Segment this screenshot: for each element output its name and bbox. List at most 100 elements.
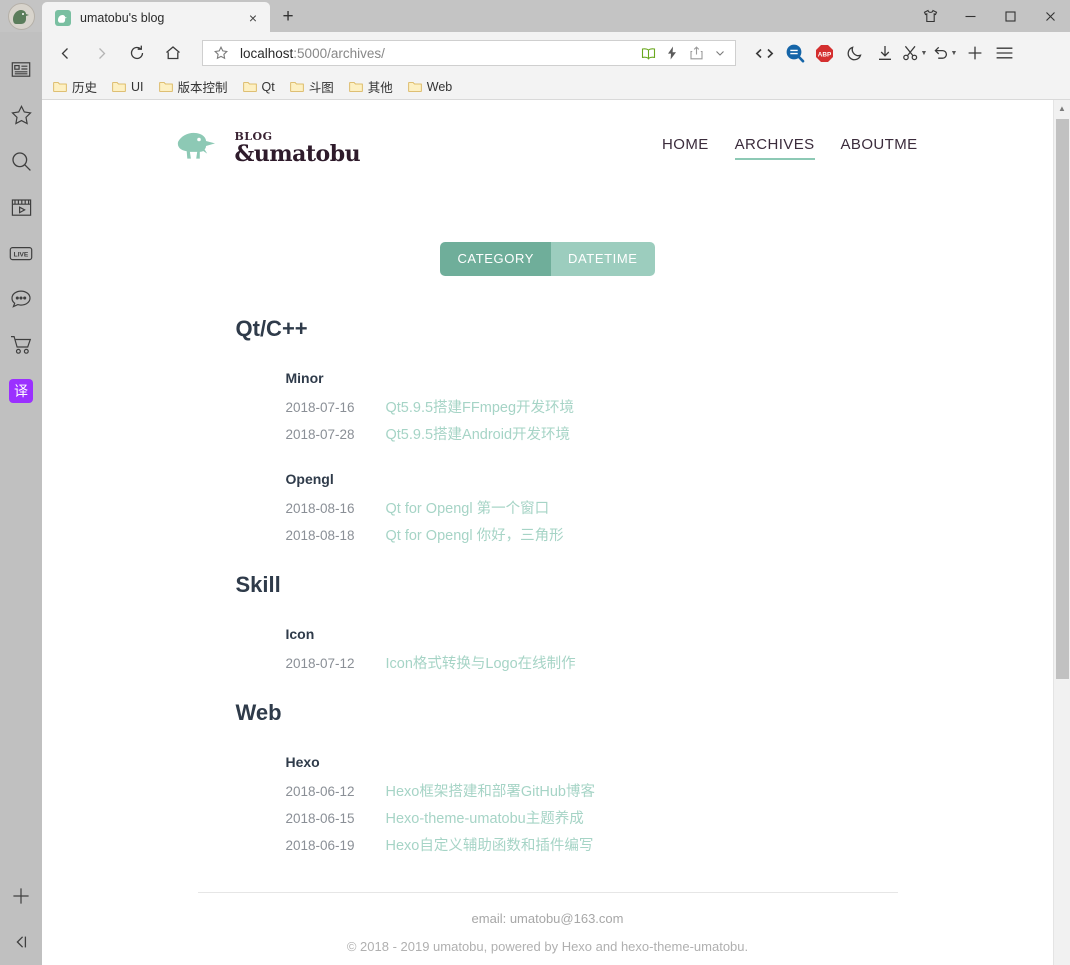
- tab-datetime[interactable]: DATETIME: [551, 242, 655, 276]
- share-icon[interactable]: [685, 42, 707, 64]
- post-link[interactable]: Qt for Opengl 第一个窗口: [386, 497, 550, 518]
- post-link[interactable]: Hexo-theme-umatobu主题养成: [386, 807, 584, 828]
- screenshot-scissors-icon[interactable]: ▼: [900, 38, 929, 68]
- folder-icon: [242, 81, 257, 92]
- bookmark-label: UI: [131, 79, 144, 94]
- extension-toolbar: ABP ▼ ▼: [750, 38, 1019, 68]
- post-link[interactable]: Qt for Opengl 你好，三角形: [386, 524, 564, 545]
- adblock-plus-icon[interactable]: ABP: [810, 38, 839, 68]
- folder-icon: [112, 81, 126, 92]
- collapse-sidebar-icon[interactable]: [0, 919, 42, 965]
- svg-text:LIVE: LIVE: [14, 251, 29, 258]
- web-page: BLOG &umatobu HOME ARCHIVES ABOUTME CATE…: [42, 100, 1053, 965]
- archive-subcategory: Icon 2018-07-12 Icon格式转换与Logo在线制作: [286, 626, 898, 676]
- archive-category: Qt/C++ Minor 2018-07-16 Qt5.9.5搭建FFmpeg开…: [236, 316, 898, 548]
- back-icon[interactable]: [48, 36, 82, 70]
- archive-subcategory: Opengl 2018-08-16 Qt for Opengl 第一个窗口 20…: [286, 471, 898, 548]
- tab-title: umatobu's blog: [80, 11, 165, 25]
- site-header: BLOG &umatobu HOME ARCHIVES ABOUTME: [168, 100, 928, 168]
- page-scrollbar[interactable]: ▲: [1053, 100, 1070, 965]
- post-link[interactable]: Qt5.9.5搭建FFmpeg开发环境: [386, 396, 575, 417]
- add-panel-icon[interactable]: [0, 873, 42, 919]
- scrollbar-thumb[interactable]: [1055, 119, 1069, 679]
- browser-tab-active[interactable]: umatobu's blog ×: [42, 2, 270, 32]
- archive-subcategory: Minor 2018-07-16 Qt5.9.5搭建FFmpeg开发环境 201…: [286, 370, 898, 447]
- reload-icon[interactable]: [120, 36, 154, 70]
- post-row: 2018-06-12 Hexo框架搭建和部署GitHub博客: [286, 777, 898, 804]
- forward-icon[interactable]: [84, 36, 118, 70]
- new-tab-button[interactable]: +: [273, 2, 303, 32]
- bookmark-item[interactable]: UI: [107, 78, 149, 96]
- post-link[interactable]: Hexo框架搭建和部署GitHub博客: [386, 780, 595, 801]
- folder-icon: [290, 81, 304, 92]
- archive-view-switcher: CATEGORY DATETIME: [42, 242, 1053, 276]
- post-date: 2018-08-16: [285, 501, 355, 516]
- scroll-up-arrow-icon[interactable]: ▲: [1054, 100, 1070, 117]
- bookmark-item[interactable]: Web: [403, 78, 457, 96]
- bookmark-item[interactable]: 历史: [48, 75, 102, 98]
- address-bar[interactable]: localhost:5000/archives/: [202, 40, 736, 66]
- video-icon[interactable]: [0, 184, 42, 230]
- logo-site-name: &umatobu: [234, 141, 361, 167]
- close-button[interactable]: [1030, 0, 1070, 32]
- chat-bubble-icon[interactable]: [0, 276, 42, 322]
- search-engine-icon[interactable]: [780, 38, 809, 68]
- post-date: 2018-06-15: [285, 811, 355, 826]
- theme-tshirt-icon[interactable]: [910, 0, 950, 32]
- nav-item-aboutme[interactable]: ABOUTME: [841, 136, 918, 160]
- reading-list-icon[interactable]: [0, 46, 42, 92]
- nav-item-home[interactable]: HOME: [662, 136, 709, 160]
- post-row: 2018-08-16 Qt for Opengl 第一个窗口: [286, 494, 898, 521]
- downloads-icon[interactable]: [870, 38, 899, 68]
- translate-icon[interactable]: 译: [0, 368, 42, 414]
- url-text[interactable]: localhost:5000/archives/: [231, 46, 637, 61]
- bookmark-item[interactable]: 其他: [344, 75, 398, 98]
- night-mode-icon[interactable]: [840, 38, 869, 68]
- devtools-icon[interactable]: [750, 38, 779, 68]
- archive-list: Qt/C++ Minor 2018-07-16 Qt5.9.5搭建FFmpeg开…: [198, 276, 898, 858]
- tab-strip: umatobu's blog × +: [42, 0, 303, 32]
- lightning-icon[interactable]: [661, 42, 683, 64]
- minimize-button[interactable]: [950, 0, 990, 32]
- bookmark-item[interactable]: 斗图: [285, 75, 339, 98]
- post-row: 2018-06-15 Hexo-theme-umatobu主题养成: [286, 804, 898, 831]
- site-logo[interactable]: BLOG &umatobu: [168, 128, 361, 168]
- folder-icon: [158, 81, 173, 92]
- chevron-down-icon[interactable]: ▼: [951, 50, 958, 57]
- url-path: :5000/archives/: [293, 45, 385, 61]
- reader-mode-icon[interactable]: [637, 42, 659, 64]
- post-row: 2018-07-16 Qt5.9.5搭建FFmpeg开发环境: [286, 393, 898, 420]
- undo-icon[interactable]: ▼: [930, 38, 959, 68]
- post-row: 2018-06-19 Hexo自定义辅助函数和插件编写: [286, 831, 898, 858]
- archive-category: Web Hexo 2018-06-12 Hexo框架搭建和部署GitHub博客 …: [236, 700, 898, 858]
- bookmarks-bar: 历史 UI 版本控制 Qt 斗图 其他 Web: [0, 74, 1070, 100]
- add-icon[interactable]: [960, 38, 989, 68]
- bookmark-item[interactable]: 版本控制: [154, 75, 233, 98]
- archive-subcategory: Hexo 2018-06-12 Hexo框架搭建和部署GitHub博客 2018…: [286, 754, 898, 858]
- live-icon[interactable]: LIVE: [0, 230, 42, 276]
- bookmark-label: 历史: [72, 81, 98, 95]
- subcategory-title: Hexo: [285, 754, 320, 770]
- close-icon[interactable]: ×: [244, 9, 262, 27]
- post-link[interactable]: Qt5.9.5搭建Android开发环境: [386, 423, 571, 444]
- menu-icon[interactable]: [990, 38, 1019, 68]
- profile-avatar[interactable]: [4, 2, 38, 30]
- shopping-cart-icon[interactable]: [0, 322, 42, 368]
- bookmark-star-icon[interactable]: [211, 46, 231, 60]
- search-icon[interactable]: [0, 138, 42, 184]
- dinosaur-favicon: [55, 10, 71, 26]
- tab-category[interactable]: CATEGORY: [440, 242, 551, 276]
- svg-text:ABP: ABP: [818, 51, 832, 58]
- chevron-down-icon[interactable]: ▼: [921, 50, 928, 57]
- post-date: 2018-07-12: [285, 656, 355, 671]
- bookmark-item[interactable]: Qt: [238, 78, 280, 96]
- bookmark-label: Web: [426, 79, 453, 94]
- category-title: Qt/C++: [235, 316, 308, 341]
- bookmark-star-icon[interactable]: [0, 92, 42, 138]
- post-link[interactable]: Hexo自定义辅助函数和插件编写: [386, 834, 594, 855]
- maximize-button[interactable]: [990, 0, 1030, 32]
- chevron-down-icon[interactable]: [709, 42, 731, 64]
- home-icon[interactable]: [156, 36, 190, 70]
- post-link[interactable]: Icon格式转换与Logo在线制作: [386, 652, 576, 673]
- nav-item-archives[interactable]: ARCHIVES: [734, 136, 815, 160]
